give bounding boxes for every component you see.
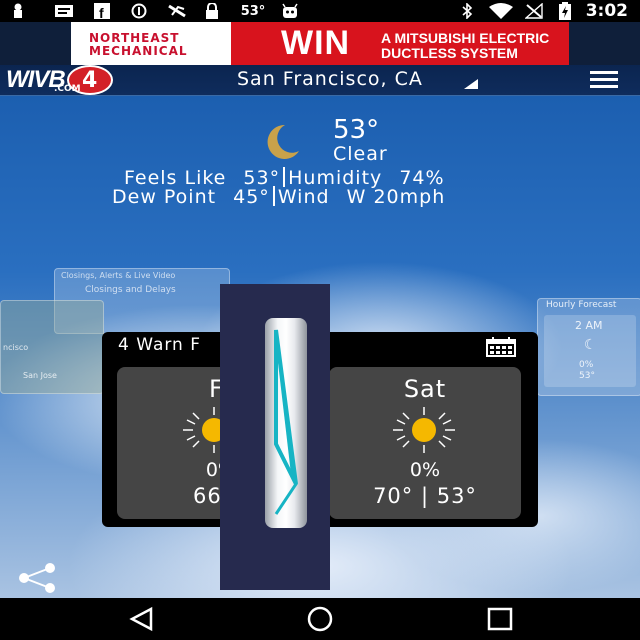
ad-banner[interactable]: NORTHEAST MECHANICAL WIN A MITSUBISHI EL… <box>71 22 569 65</box>
day-name: Sat <box>403 375 447 403</box>
closings-title: Closings, Alerts & Live Video <box>61 271 176 280</box>
hourly-tile: 2 AM ☾ 0% 53° <box>544 315 636 387</box>
hourly-forecast-card[interactable]: Hourly Forecast 2 AM ☾ 0% 53° <box>537 298 640 396</box>
current-temperature: 53° <box>333 115 380 145</box>
recent-apps-icon[interactable] <box>485 606 515 632</box>
closings-subtitle: Closings and Delays <box>85 285 176 295</box>
wind-label: Wind <box>277 186 330 208</box>
ad-line1: A MITSUBISHI ELECTRIC <box>381 30 550 46</box>
signal-icon <box>524 3 544 19</box>
precip-chance: 0% <box>409 459 441 481</box>
share-icon[interactable] <box>14 563 60 593</box>
status-temp: 53° <box>240 3 266 19</box>
hourly-temp: 53° <box>579 371 595 381</box>
no-sim-icon <box>165 3 189 19</box>
ad-promo-area: WIN A MITSUBISHI ELECTRIC DUCTLESS SYSTE… <box>231 22 569 65</box>
dew-point-value: 45° <box>233 186 270 208</box>
sun-icon <box>393 407 455 453</box>
high-low-temps: 70° | 53° <box>373 484 477 508</box>
circle-icon <box>130 3 148 19</box>
notification-icon <box>10 3 26 19</box>
location-dropdown-icon[interactable] <box>464 79 478 89</box>
hourly-precip: 0% <box>579 360 594 370</box>
home-icon[interactable] <box>305 606 335 632</box>
current-condition: Clear <box>333 143 388 165</box>
message-icon <box>53 3 75 19</box>
dew-point-label: Dew Point <box>112 186 217 208</box>
logo-domain: .COM <box>54 84 81 94</box>
ad-line2: DUCTLESS SYSTEM <box>381 45 518 61</box>
scroll-handle[interactable] <box>265 318 307 528</box>
map-label-san-jose: San Jose <box>23 371 57 380</box>
ad-brand-line2: MECHANICAL <box>89 44 188 58</box>
wifi-icon <box>487 3 515 19</box>
facebook-icon: f <box>93 3 111 19</box>
app-header: WIVB 4 .COM San Francisco, CA <box>0 65 640 96</box>
station-logo[interactable]: WIVB 4 .COM <box>6 65 113 95</box>
moon-icon: ☾ <box>584 337 597 353</box>
hourly-title: Hourly Forecast <box>546 300 617 310</box>
bluetooth-icon <box>460 3 474 19</box>
back-icon[interactable] <box>127 606 157 632</box>
forecast-title: 4 Warn F <box>118 335 202 355</box>
battery-icon <box>557 2 573 20</box>
ad-brand-area: NORTHEAST MECHANICAL <box>71 22 231 65</box>
status-time: 3:02 <box>585 1 628 21</box>
calendar-icon[interactable] <box>486 337 516 357</box>
divider <box>283 167 286 187</box>
status-bar: f 53° 3:02 <box>0 0 640 22</box>
lock-icon <box>204 3 220 19</box>
radar-map-card[interactable]: ncisco San Jose <box>0 300 104 394</box>
location-selector[interactable]: San Francisco, CA <box>237 68 423 90</box>
menu-icon[interactable] <box>590 71 618 89</box>
overlay-scroll-panel[interactable] <box>220 284 330 590</box>
navigation-bar <box>0 598 640 640</box>
up-arrow-icon <box>274 329 298 515</box>
hourly-time: 2 AM <box>575 319 603 332</box>
divider <box>272 186 275 206</box>
day-tile-saturday[interactable]: Sat 0% 70° | 53° <box>329 367 521 519</box>
crescent-moon-icon <box>267 124 299 159</box>
dew-wind-row: Dew Point 45° Wind W 20mph <box>112 186 445 208</box>
map-label-city: ncisco <box>3 343 29 352</box>
ad-headline: WIN <box>281 24 351 62</box>
wind-value: W 20mph <box>346 186 446 208</box>
android-icon <box>281 3 299 19</box>
svg-text:f: f <box>99 5 104 19</box>
ad-brand-line1: NORTHEAST <box>89 31 180 45</box>
